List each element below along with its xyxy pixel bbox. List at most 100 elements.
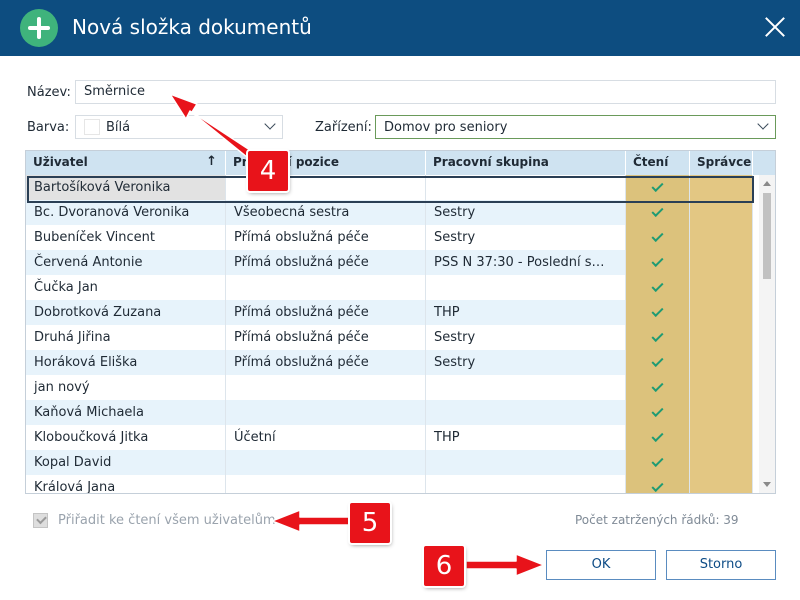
cell-admin[interactable] — [690, 300, 753, 325]
cell-group — [426, 400, 626, 425]
cell-admin[interactable] — [690, 375, 753, 400]
table-row[interactable]: Druhá Jiřina Přímá obslužná péče Sestry — [26, 325, 753, 350]
cell-user: Druhá Jiřina — [26, 325, 226, 350]
cell-admin[interactable] — [690, 400, 753, 425]
cell-position: Přímá obslužná péče — [226, 250, 426, 275]
column-header-user[interactable]: Uživatel ↑ — [26, 151, 226, 175]
checkmark-icon — [651, 204, 664, 218]
color-value: Bílá — [106, 120, 131, 135]
cell-group — [426, 450, 626, 475]
scroll-up-icon[interactable] — [763, 181, 771, 186]
cell-position: Přímá obslužná péče — [226, 325, 426, 350]
checkmark-icon — [651, 179, 664, 193]
cell-user: Dobrotková Zuzana — [26, 300, 226, 325]
cell-group: PSS N 37:30 - Poslední smě… — [426, 250, 626, 275]
cell-read[interactable] — [626, 225, 690, 250]
table-row[interactable]: Kloboučková Jitka Účetní THP — [26, 425, 753, 450]
cell-user: Horáková Eliška — [26, 350, 226, 375]
cell-position: Všeobecná sestra — [226, 200, 426, 225]
checkmark-icon — [651, 329, 664, 343]
cell-admin[interactable] — [690, 275, 753, 300]
cell-group: Sestry — [426, 225, 626, 250]
cell-read[interactable] — [626, 375, 690, 400]
callout-4: 4 — [248, 151, 288, 191]
table-row[interactable]: Dobrotková Zuzana Přímá obslužná péče THP — [26, 300, 753, 325]
column-header-group[interactable]: Pracovní skupina — [426, 151, 626, 175]
column-header-read[interactable]: Čtení — [626, 151, 690, 175]
checkmark-icon — [651, 404, 664, 418]
scroll-down-icon[interactable] — [763, 482, 771, 487]
cell-user: Bc. Dvoranová Veronika — [26, 200, 226, 225]
cell-admin[interactable] — [690, 225, 753, 250]
assign-all-label: Přiřadit ke čtení všem uživatelům — [58, 513, 276, 528]
cell-admin[interactable] — [690, 175, 753, 200]
cell-read[interactable] — [626, 200, 690, 225]
table-row[interactable]: Horáková Eliška Přímá obslužná péče Sestry — [26, 350, 753, 375]
table-row[interactable]: Bartošíková Veronika — [26, 175, 753, 200]
checkmark-icon — [651, 479, 664, 493]
table-row[interactable]: Králová Jana — [26, 475, 753, 493]
assign-all-checkbox[interactable] — [33, 513, 48, 528]
plus-circle-icon — [20, 9, 58, 47]
cell-read[interactable] — [626, 275, 690, 300]
cell-read[interactable] — [626, 450, 690, 475]
cell-user: Bubeníček Vincent — [26, 225, 226, 250]
color-swatch — [84, 119, 100, 135]
table-row[interactable]: Červená Antonie Přímá obslužná péče PSS N … — [26, 250, 753, 275]
name-label: Název: — [27, 85, 71, 100]
cell-position — [226, 475, 426, 493]
cell-position: Přímá obslužná péče — [226, 300, 426, 325]
table-row[interactable]: jan nový — [26, 375, 753, 400]
cell-admin[interactable] — [690, 250, 753, 275]
ok-button[interactable]: OK — [546, 550, 656, 580]
cell-user: jan nový — [26, 375, 226, 400]
cell-admin[interactable] — [690, 450, 753, 475]
cancel-button[interactable]: Storno — [666, 550, 776, 580]
cell-read[interactable] — [626, 400, 690, 425]
table-row[interactable]: Kopal David — [26, 450, 753, 475]
cell-user: Kaňová Michaela — [26, 400, 226, 425]
cell-admin[interactable] — [690, 200, 753, 225]
callout-5: 5 — [350, 503, 390, 543]
vertical-scrollbar[interactable] — [759, 175, 775, 493]
cell-user: Bartošíková Veronika — [26, 175, 226, 200]
dialog-titlebar: Nová složka dokumentů — [0, 0, 800, 56]
cell-read[interactable] — [626, 300, 690, 325]
checkmark-icon — [651, 454, 664, 468]
cell-read[interactable] — [626, 350, 690, 375]
table-row[interactable]: Bc. Dvoranová Veronika Všeobecná sestra Se… — [26, 200, 753, 225]
color-select[interactable]: Bílá — [75, 115, 283, 139]
sort-ascending-icon: ↑ — [206, 154, 217, 169]
cell-read[interactable] — [626, 425, 690, 450]
table-row[interactable]: Kaňová Michaela — [26, 400, 753, 425]
column-header-admin[interactable]: Správce — [690, 151, 753, 175]
callout-arrow-5 — [271, 509, 353, 533]
cell-read[interactable] — [626, 325, 690, 350]
cell-admin[interactable] — [690, 425, 753, 450]
checkmark-icon — [651, 229, 664, 243]
cell-read[interactable] — [626, 250, 690, 275]
chevron-down-icon — [757, 118, 769, 130]
chevron-down-icon — [264, 118, 276, 130]
cell-read[interactable] — [626, 475, 690, 493]
name-input[interactable]: Směrnice — [75, 80, 776, 104]
cell-group — [426, 275, 626, 300]
cell-admin[interactable] — [690, 325, 753, 350]
cell-user: Kloboučková Jitka — [26, 425, 226, 450]
table-row[interactable]: Bubeníček Vincent Přímá obslužná péče Sest… — [26, 225, 753, 250]
scroll-thumb[interactable] — [763, 193, 771, 279]
table-row[interactable]: Čučka Jan — [26, 275, 753, 300]
checkmark-icon — [651, 279, 664, 293]
checkmark-icon — [651, 429, 664, 443]
dialog-title: Nová složka dokumentů — [72, 15, 312, 39]
cell-admin[interactable] — [690, 475, 753, 493]
cell-position — [226, 400, 426, 425]
close-icon[interactable] — [760, 12, 790, 42]
cell-read[interactable] — [626, 175, 690, 200]
cell-admin[interactable] — [690, 350, 753, 375]
grid-body: Bartošíková Veronika Bc. Dvoranová Veroni… — [26, 175, 761, 493]
facility-select[interactable]: Domov pro seniory — [375, 115, 776, 139]
facility-label: Zařízení: — [315, 120, 372, 135]
cell-position: Přímá obslužná péče — [226, 350, 426, 375]
callout-arrow-6 — [465, 553, 545, 577]
